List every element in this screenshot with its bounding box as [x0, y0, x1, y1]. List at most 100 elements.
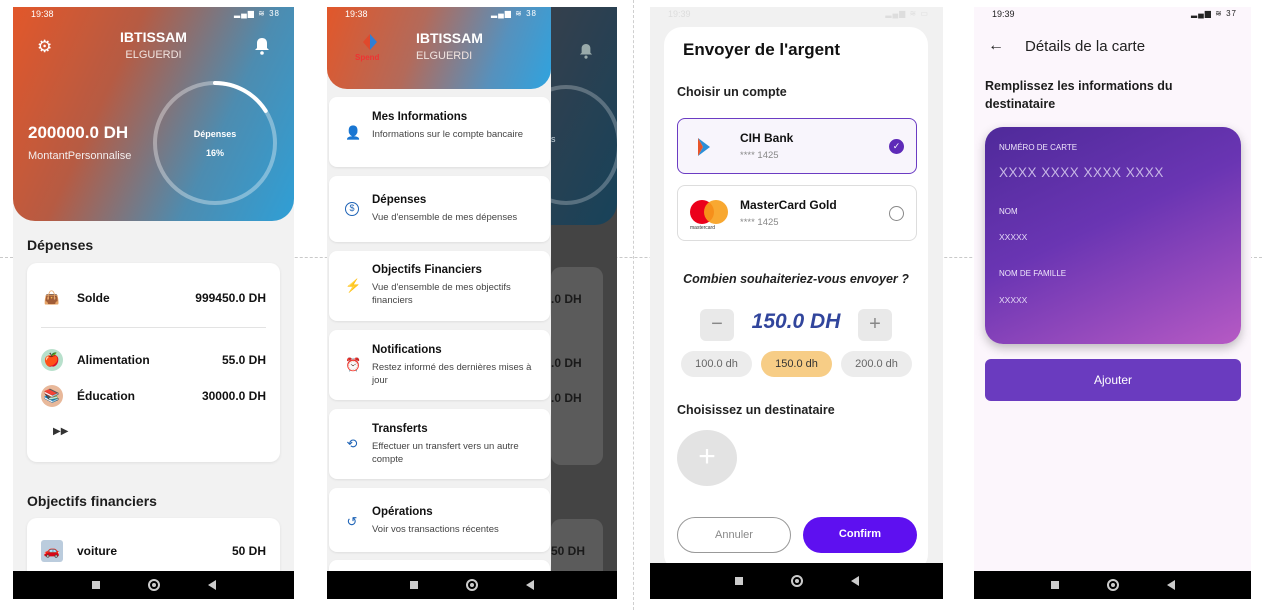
battery-level: 38: [526, 9, 537, 18]
menu-subtitle: Voir vos transactions récentes: [372, 524, 499, 535]
progress-ring: Dépenses 16%: [149, 77, 281, 209]
dollar-icon: $: [345, 202, 359, 216]
menu-subtitle: Vue d'ensemble de mes objectifs financie…: [372, 282, 511, 306]
increment-button[interactable]: +: [858, 309, 892, 341]
name-label: NOM: [999, 207, 1018, 216]
menu-item-notifications[interactable]: ⏰ Notifications Restez informé des derni…: [329, 330, 550, 400]
status-icons: ▂▄▆ ≋ 38: [233, 9, 280, 18]
amount-label: MontantPersonnalise: [28, 150, 132, 162]
header-card: 19:38 ▂▄▆ ≋ 38 ⚙ IBTISSAM ELGUERDI 20000…: [13, 7, 294, 221]
navigation-drawer: 19:38 ▂▄▆ ≋ 38 Spend IBTISSAM ELGUERDI 👤…: [327, 7, 551, 599]
expense-row[interactable]: 📚 Éducation 30000.0 DH: [41, 385, 266, 407]
drawer-header: 19:38 ▂▄▆ ≋ 38 Spend IBTISSAM ELGUERDI: [327, 7, 551, 89]
amount-chip[interactable]: 100.0 dh: [681, 351, 752, 377]
back-arrow-icon[interactable]: ←: [988, 37, 1004, 55]
alarm-icon: ⏰: [345, 357, 362, 372]
expense-label: Alimentation: [77, 353, 150, 367]
choose-account-label: Choisir un compte: [677, 85, 787, 99]
expense-value: 55.0 DH: [221, 353, 266, 367]
recents-icon[interactable]: [91, 581, 100, 589]
menu-title: Notifications: [372, 344, 442, 356]
send-money-screen: 19:39 ▂▄▆ ≋ ▭ Envoyer de l'argent Choisi…: [650, 7, 943, 599]
status-time: 19:38: [31, 9, 54, 19]
solde-row[interactable]: 👜 Solde 999450.0 DH: [41, 287, 266, 309]
apple-icon: 🍎: [41, 349, 63, 371]
menu-subtitle: Informations sur le compte bancaire: [372, 129, 524, 140]
menu-item-objectifs[interactable]: ⚡ Objectifs Financiers Vue d'ensemble de…: [329, 251, 550, 321]
check-icon[interactable]: ✓: [889, 139, 904, 154]
account-name: MasterCard Gold: [740, 198, 837, 212]
goal-label: voiture: [77, 544, 118, 558]
wallet-icon: 👜: [43, 290, 61, 305]
amount-chip-selected[interactable]: 150.0 dh: [761, 351, 832, 377]
add-recipient-button[interactable]: +: [677, 430, 737, 486]
user-last-name: ELGUERDI: [125, 49, 182, 61]
dashboard-screen: 19:38 ▂▄▆ ≋ 38 ⚙ IBTISSAM ELGUERDI 20000…: [13, 7, 294, 599]
app-bar: ← Détails de la carte: [974, 33, 1251, 61]
home-icon[interactable]: [466, 579, 478, 591]
fast-forward-icon[interactable]: ▶▶: [53, 426, 68, 437]
recents-icon[interactable]: [734, 577, 743, 585]
status-bar: 19:39 ▂▄▆ ≋ 37: [974, 7, 1251, 25]
radio-button[interactable]: [889, 206, 904, 221]
credit-card-form: NUMÉRO DE CARTE XXXX XXXX XXXX XXXX NOM …: [985, 127, 1241, 344]
menu-item-operations[interactable]: ↺ Opérations Voir vos transactions récen…: [329, 488, 550, 552]
card-number-input[interactable]: XXXX XXXX XXXX XXXX: [999, 165, 1164, 180]
confirm-button[interactable]: Confirm: [803, 517, 917, 553]
card-details-screen: 19:39 ▂▄▆ ≋ 37 ← Détails de la carte Rem…: [974, 7, 1251, 599]
account-option-mastercard[interactable]: mastercard MasterCard Gold **** 1425: [677, 185, 917, 241]
status-icons: ▂▄▆ ≋ 37: [1190, 9, 1237, 18]
family-name-input[interactable]: XXXXX: [999, 295, 1027, 305]
instruction-text: Remplissez les informations du destinata…: [985, 79, 1173, 111]
menu-item-informations[interactable]: 👤 Mes Informations Informations sur le c…: [329, 97, 550, 167]
menu-item-depenses[interactable]: $ Dépenses Vue d'ensemble de mes dépense…: [329, 176, 550, 242]
transfer-icon: ⟲: [346, 436, 358, 451]
bell-icon: [579, 44, 593, 59]
history-icon: ↺: [346, 514, 358, 529]
user-first-name: IBTISSAM: [416, 30, 483, 46]
recents-icon[interactable]: [1050, 581, 1059, 589]
back-nav-icon[interactable]: [526, 580, 534, 590]
cancel-button[interactable]: Annuler: [677, 517, 791, 553]
family-name-label: NOM DE FAMILLE: [999, 269, 1067, 278]
expenses-section-title: Dépenses: [27, 237, 94, 253]
home-icon[interactable]: [790, 575, 803, 587]
add-button[interactable]: Ajouter: [985, 359, 1241, 401]
recents-icon[interactable]: [410, 581, 418, 589]
mastercard-word: mastercard: [690, 225, 716, 231]
home-icon[interactable]: [1106, 579, 1119, 591]
goal-row[interactable]: 🚗 voiture 50 DH: [41, 540, 266, 562]
dimmed-value: .0 DH: [551, 391, 582, 405]
expense-row[interactable]: 🍎 Alimentation 55.0 DH: [41, 349, 266, 371]
system-navbar: [650, 563, 943, 599]
amount-value: 200000.0 DH: [28, 123, 129, 142]
back-nav-icon[interactable]: [850, 576, 859, 586]
expenses-card: 👜 Solde 999450.0 DH 🍎 Alimentation 55.0 …: [27, 263, 280, 462]
back-nav-icon[interactable]: [207, 580, 216, 590]
person-icon: 👤: [345, 125, 362, 140]
user-first-name: IBTISSAM: [120, 29, 187, 45]
status-time: 19:38: [345, 9, 368, 19]
account-number: **** 1425: [740, 150, 779, 161]
education-icon: 📚: [41, 385, 63, 407]
name-input[interactable]: XXXXX: [999, 232, 1027, 242]
back-nav-icon[interactable]: [1166, 580, 1175, 590]
status-bar: 19:38 ▂▄▆ ≋ 38: [13, 7, 294, 25]
spend-logo: Spend: [353, 33, 387, 63]
system-navbar: [974, 571, 1251, 599]
menu-title: Opérations: [372, 506, 433, 518]
divider: [41, 327, 266, 328]
ring-title: Dépenses: [193, 129, 237, 139]
card-number-label: NUMÉRO DE CARTE: [999, 143, 1078, 152]
bolt-icon: ⚡: [345, 278, 362, 293]
status-icons: ▂▄▆ ≋ ▭: [885, 9, 929, 18]
goals-section-title: Objectifs financiers: [27, 493, 157, 509]
account-option-cih[interactable]: CIH Bank **** 1425 ✓: [677, 118, 917, 174]
solde-value: 999450.0 DH: [195, 291, 266, 305]
battery-level: 37: [1226, 9, 1237, 18]
amount-chip[interactable]: 200.0 dh: [841, 351, 912, 377]
guide-line-vertical: [633, 0, 634, 610]
menu-subtitle: Effectuer un transfert vers un autre com…: [372, 441, 519, 465]
home-icon[interactable]: [147, 579, 160, 591]
menu-item-transferts[interactable]: ⟲ Transferts Effectuer un transfert vers…: [329, 409, 550, 479]
